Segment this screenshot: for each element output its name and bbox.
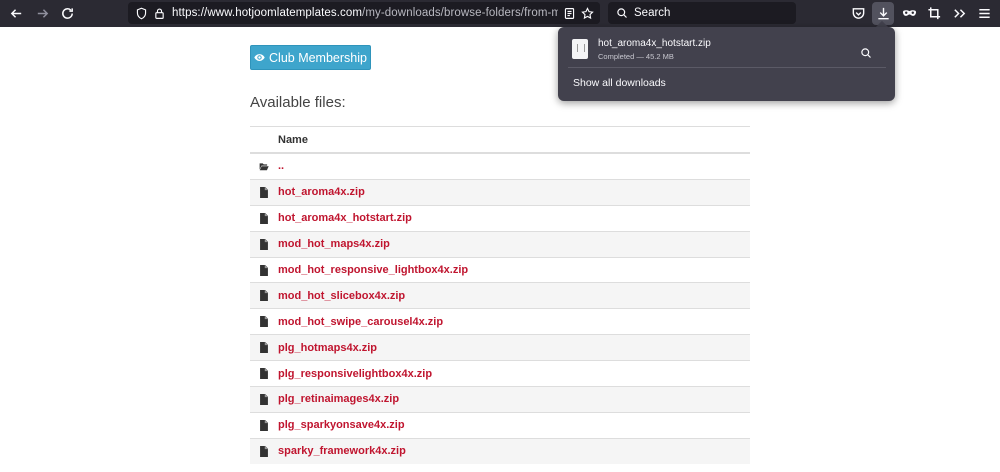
file-link[interactable]: mod_hot_maps4x.zip <box>278 238 390 250</box>
pocket-icon[interactable] <box>846 0 870 27</box>
url-bar[interactable]: https://www.hotjoomlatemplates.com/my-do… <box>128 2 600 24</box>
table-row: mod_hot_swipe_carousel4x.zip <box>250 308 750 334</box>
file-link[interactable]: plg_hotmaps4x.zip <box>278 342 377 354</box>
table-header-row: Name <box>250 126 750 153</box>
table-row: mod_hot_responsive_lightbox4x.zip <box>250 256 750 283</box>
table-row: plg_retinaimages4x.zip <box>250 386 750 412</box>
private-mask-icon[interactable] <box>897 0 921 27</box>
available-files-heading: Available files: <box>250 94 346 111</box>
table-row: mod_hot_slicebox4x.zip <box>250 282 750 309</box>
url-bar-actions <box>558 2 600 24</box>
file-icon <box>250 316 278 328</box>
table-row: plg_responsivelightbox4x.zip <box>250 360 750 386</box>
file-icon <box>250 393 278 405</box>
file-link[interactable]: mod_hot_responsive_lightbox4x.zip <box>278 264 468 276</box>
hamburger-menu-icon[interactable] <box>972 0 996 27</box>
download-file-name: hot_aroma4x_hotstart.zip <box>598 37 711 49</box>
table-row: hot_aroma4x.zip <box>250 178 750 205</box>
file-icon <box>250 238 278 250</box>
forward-arrow-icon[interactable] <box>30 0 54 27</box>
table-row: plg_sparkyonsave4x.zip <box>250 411 750 438</box>
reader-view-icon[interactable] <box>560 2 578 24</box>
table-row: .. <box>250 153 750 179</box>
browser-toolbar: https://www.hotjoomlatemplates.com/my-do… <box>0 0 1000 27</box>
downloads-panel: hot_aroma4x_hotstart.zip Completed — 45.… <box>558 27 895 101</box>
lock-icon[interactable] <box>150 2 168 24</box>
folder-open-icon <box>250 161 278 172</box>
downloads-divider <box>568 67 886 68</box>
tracking-protection-icon[interactable] <box>132 2 150 24</box>
url-text[interactable]: https://www.hotjoomlatemplates.com/my-do… <box>172 7 600 19</box>
show-all-downloads-button[interactable]: Show all downloads <box>573 77 666 89</box>
file-link[interactable]: mod_hot_slicebox4x.zip <box>278 290 405 302</box>
files-table: Name .. hot_aroma4x.zip hot_aroma4x_hotsta… <box>250 126 750 464</box>
search-icon <box>617 8 627 18</box>
file-icon <box>250 264 278 276</box>
file-icon <box>250 186 278 198</box>
table-row: mod_hot_maps4x.zip <box>250 230 750 257</box>
file-icon <box>250 212 278 224</box>
club-membership-label: Club Membership <box>269 50 367 65</box>
file-link[interactable]: plg_responsivelightbox4x.zip <box>278 368 432 380</box>
file-icon <box>250 419 278 431</box>
search-bar[interactable]: Search <box>608 2 796 24</box>
bookmark-star-icon[interactable] <box>578 2 596 24</box>
file-link[interactable]: sparky_framework4x.zip <box>278 445 406 457</box>
file-icon <box>250 342 278 354</box>
table-row: plg_hotmaps4x.zip <box>250 334 750 361</box>
show-in-folder-search-icon[interactable] <box>860 46 874 60</box>
name-column-header: Name <box>278 133 308 146</box>
download-item[interactable]: hot_aroma4x_hotstart.zip Completed — 45.… <box>568 33 886 65</box>
eye-icon <box>254 54 265 61</box>
club-membership-button[interactable]: Club Membership <box>250 45 371 70</box>
file-icon <box>250 290 278 302</box>
download-status: Completed — 45.2 MB <box>598 51 674 61</box>
overflow-chevron-icon[interactable] <box>947 0 971 27</box>
file-link[interactable]: plg_retinaimages4x.zip <box>278 393 399 405</box>
screenshot-crop-icon[interactable] <box>922 0 946 27</box>
file-link[interactable]: .. <box>278 160 284 172</box>
file-link[interactable]: plg_sparkyonsave4x.zip <box>278 419 405 431</box>
file-link[interactable]: mod_hot_swipe_carousel4x.zip <box>278 316 443 328</box>
file-icon <box>250 368 278 380</box>
table-row: sparky_framework4x.zip <box>250 437 750 464</box>
file-icon <box>250 445 278 457</box>
reload-icon[interactable] <box>55 0 79 27</box>
table-row: hot_aroma4x_hotstart.zip <box>250 204 750 231</box>
file-link[interactable]: hot_aroma4x.zip <box>278 186 365 198</box>
zip-file-icon <box>572 39 588 59</box>
file-link[interactable]: hot_aroma4x_hotstart.zip <box>278 212 412 224</box>
back-arrow-icon[interactable] <box>4 0 28 27</box>
search-placeholder: Search <box>634 7 671 19</box>
